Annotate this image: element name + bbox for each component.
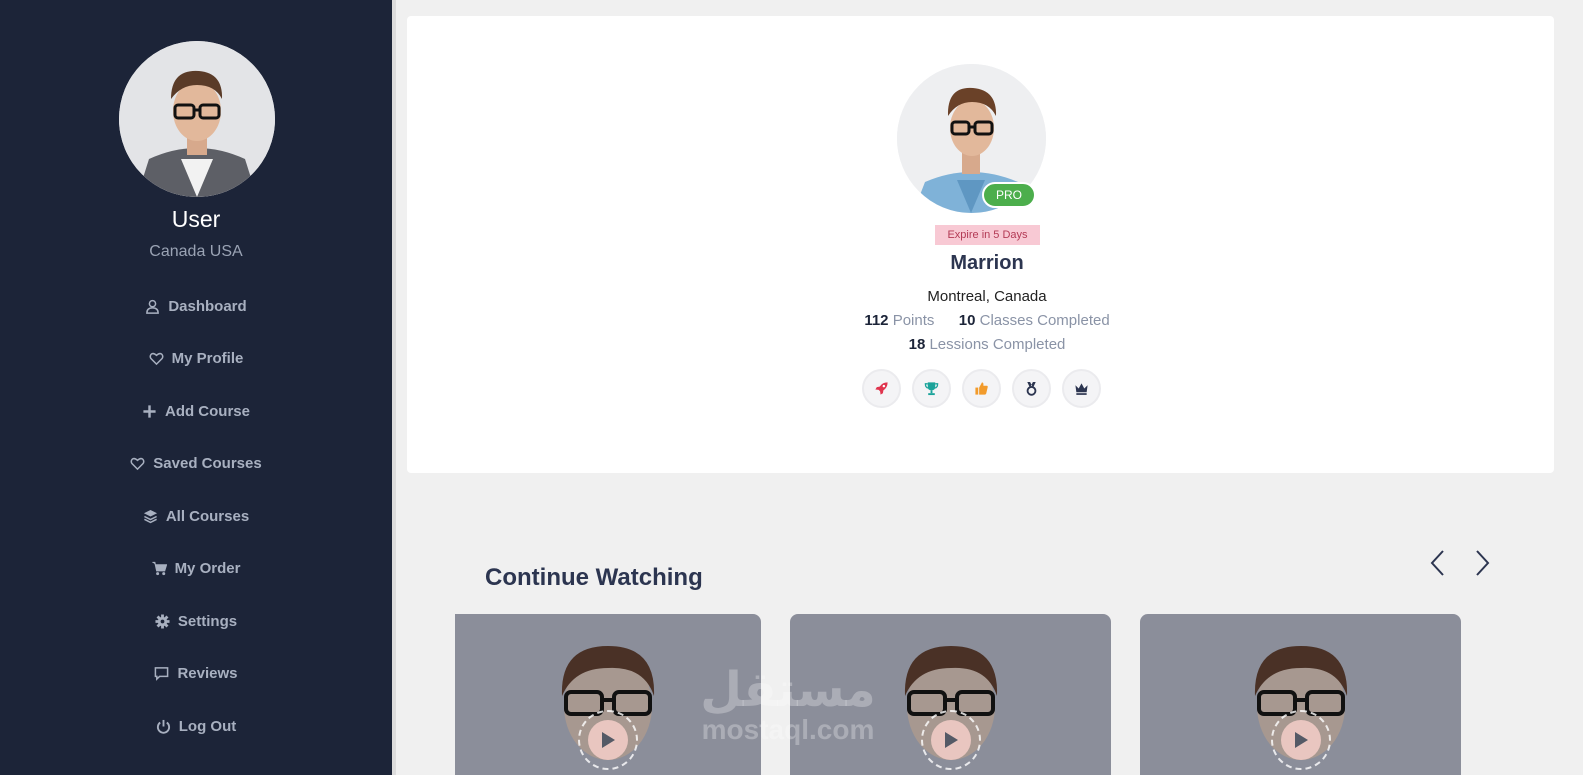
- sidebar: User Canada USA Dashboard My Profile Add…: [0, 0, 392, 775]
- sidebar-avatar: [119, 41, 275, 197]
- sidebar-user-name: User: [171, 206, 221, 232]
- sidebar-item-label: Log Out: [178, 717, 237, 735]
- sidebar-nav: Dashboard My Profile Add Course Saved Co…: [0, 280, 392, 753]
- sidebar-item-label: Dashboard: [168, 297, 247, 315]
- pro-badge: PRO: [982, 182, 1036, 208]
- profile-city: Montreal, Canada: [927, 288, 1047, 305]
- play-icon: [944, 732, 958, 748]
- achievement-badge[interactable]: [962, 369, 1001, 408]
- sidebar-divider: [392, 0, 396, 775]
- classes-label: Classes Completed: [979, 312, 1110, 329]
- video-card[interactable]: [1140, 614, 1461, 775]
- heart-icon: [130, 458, 145, 471]
- comment-icon: [155, 667, 169, 682]
- achievement-badges: [862, 369, 1101, 408]
- achievement-badge[interactable]: [1062, 369, 1101, 408]
- carousel-prev-button[interactable]: [1421, 546, 1455, 580]
- sidebar-item-label: My Profile: [171, 350, 244, 368]
- play-icon: [1294, 732, 1308, 748]
- thumbs-up-icon: [975, 382, 988, 395]
- sidebar-item-reviews[interactable]: Reviews: [0, 648, 392, 701]
- continue-watching-title: Continue Watching: [485, 564, 703, 591]
- profile-card: PRO Expire in 5 Days Marrion Montreal, C…: [407, 16, 1554, 473]
- sidebar-item-label: Reviews: [177, 665, 238, 683]
- cart-icon: [152, 562, 167, 576]
- gear-icon: [155, 614, 170, 629]
- classes-value: 10: [958, 312, 976, 329]
- crown-icon: [1075, 383, 1088, 395]
- power-icon: [156, 719, 170, 734]
- points-label: Points: [892, 312, 935, 329]
- sidebar-item-my-profile[interactable]: My Profile: [0, 333, 392, 386]
- sidebar-item-saved-courses[interactable]: Saved Courses: [0, 438, 392, 491]
- sidebar-item-dashboard[interactable]: Dashboard: [0, 280, 392, 333]
- sidebar-item-label: Settings: [177, 612, 238, 630]
- lessons-label: Lessions Completed: [929, 336, 1066, 353]
- rocket-icon: [875, 382, 888, 395]
- chevron-left-icon: [1430, 550, 1444, 576]
- profile-lessons: 18 Lessions Completed: [407, 336, 1567, 353]
- chevron-right-icon: [1476, 550, 1490, 576]
- sidebar-user-location: Canada USA: [149, 243, 243, 260]
- heart-icon: [149, 353, 164, 366]
- sidebar-item-label: All Courses: [165, 507, 250, 525]
- sidebar-item-my-order[interactable]: My Order: [0, 543, 392, 596]
- medal-icon: [1026, 381, 1037, 396]
- carousel-next-button[interactable]: [1465, 546, 1499, 580]
- trophy-icon: [924, 382, 939, 396]
- sidebar-item-label: Saved Courses: [153, 455, 262, 473]
- play-icon: [602, 732, 615, 748]
- play-button[interactable]: [920, 710, 981, 770]
- sidebar-item-all-courses[interactable]: All Courses: [0, 490, 392, 543]
- expire-badge: Expire in 5 Days: [935, 225, 1040, 245]
- video-card[interactable]: [790, 614, 1111, 775]
- sidebar-item-label: My Order: [174, 560, 241, 578]
- sidebar-item-log-out[interactable]: Log Out: [0, 700, 392, 753]
- play-button[interactable]: [578, 710, 638, 770]
- profile-stats: 112 Points 10 Classes Completed: [407, 312, 1567, 329]
- play-button[interactable]: [1270, 710, 1331, 770]
- achievement-badge[interactable]: [862, 369, 901, 408]
- achievement-badge[interactable]: [912, 369, 951, 408]
- profile-name: Marrion: [950, 252, 1024, 274]
- sidebar-item-label: Add Course: [164, 402, 250, 420]
- achievement-badge[interactable]: [1012, 369, 1051, 408]
- sidebar-item-add-course[interactable]: Add Course: [0, 385, 392, 438]
- video-card[interactable]: [455, 614, 761, 775]
- lessons-value: 18: [908, 336, 926, 353]
- plus-icon: [143, 405, 156, 418]
- layers-icon: [143, 509, 157, 523]
- user-icon: [146, 299, 160, 314]
- points-value: 112: [864, 312, 889, 329]
- sidebar-item-settings[interactable]: Settings: [0, 595, 392, 648]
